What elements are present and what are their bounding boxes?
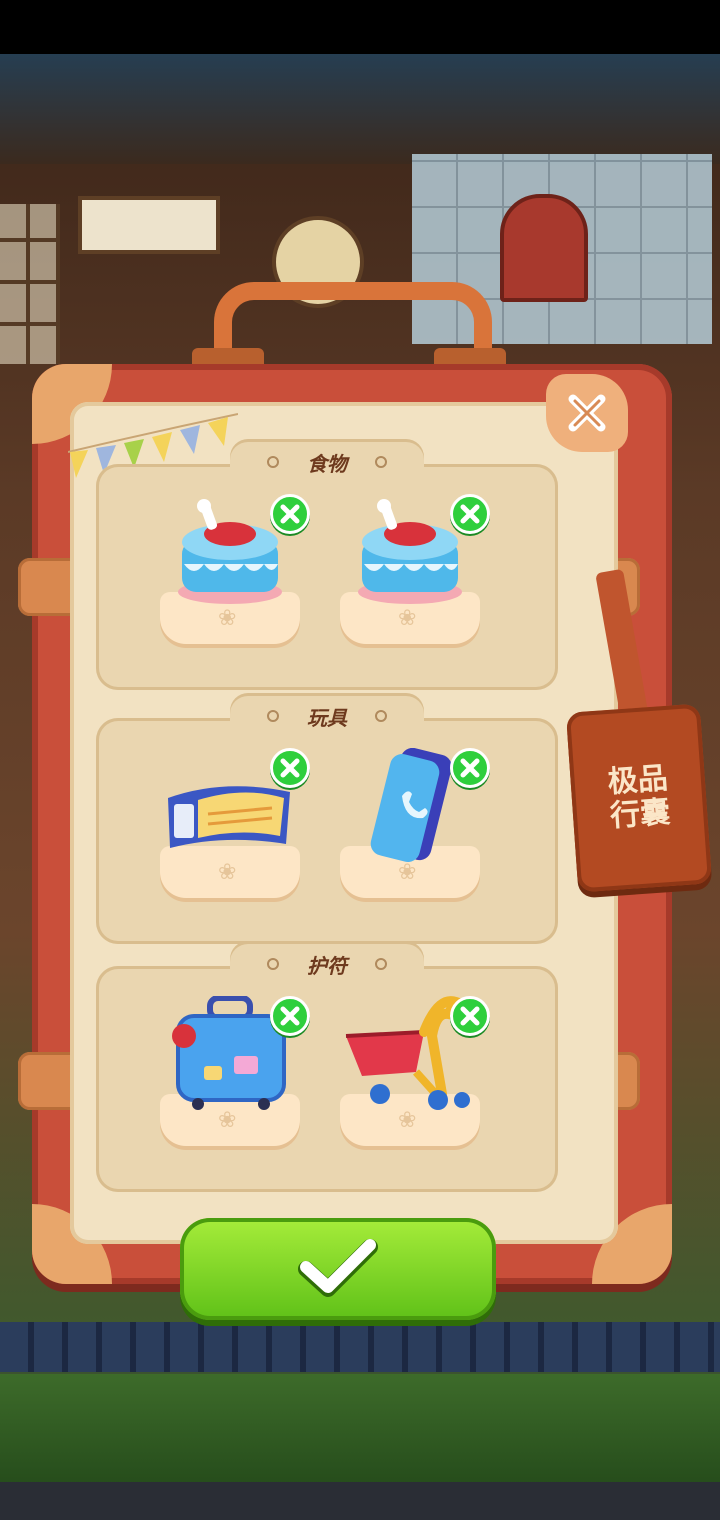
- item-slot[interactable]: ❀: [160, 748, 310, 898]
- item-slot[interactable]: ❀: [340, 494, 490, 644]
- remove-item-button[interactable]: [450, 748, 490, 788]
- item-slot[interactable]: ❀: [340, 996, 490, 1146]
- close-icon: [280, 504, 300, 524]
- section-title: 玩具: [307, 705, 347, 730]
- tag-label-line2: 行囊: [609, 794, 672, 835]
- calligraphy-scroll: [78, 196, 220, 254]
- item-slot[interactable]: ❀: [160, 996, 310, 1146]
- close-icon: [280, 758, 300, 778]
- tag-label-line1: 极品: [606, 760, 669, 801]
- premium-bag-tag: 极品 行囊: [565, 703, 713, 893]
- section-toys: 玩具 ❀ ❀: [96, 696, 558, 944]
- roof: [0, 54, 720, 164]
- remove-item-button[interactable]: [270, 996, 310, 1036]
- item-slot[interactable]: ❀: [340, 748, 490, 898]
- section-title: 护符: [307, 953, 347, 978]
- section-header: 护符: [230, 944, 424, 984]
- road: [0, 1482, 720, 1520]
- close-icon: [280, 1006, 300, 1026]
- close-icon: [460, 504, 480, 524]
- remove-item-button[interactable]: [270, 494, 310, 534]
- section-title: 食物: [307, 451, 347, 476]
- section-charms: 护符 ❀ ❀: [96, 944, 558, 1192]
- remove-item-button[interactable]: [450, 494, 490, 534]
- section-header: 玩具: [230, 696, 424, 736]
- bone-cross-icon: [568, 394, 606, 432]
- grass: [0, 1374, 720, 1494]
- fence: [0, 1322, 720, 1372]
- item-slot[interactable]: ❀: [160, 494, 310, 644]
- section-header: 食物: [230, 442, 424, 482]
- checkmark-icon: [298, 1239, 378, 1297]
- remove-item-button[interactable]: [450, 996, 490, 1036]
- arch-window: [500, 194, 588, 302]
- close-icon: [460, 758, 480, 778]
- shoji-screen: [0, 204, 60, 364]
- section-food: 食物 ❀ ❀: [96, 442, 558, 690]
- close-button[interactable]: [546, 374, 628, 452]
- status-bar: [0, 0, 720, 54]
- remove-item-button[interactable]: [270, 748, 310, 788]
- confirm-button[interactable]: [180, 1218, 496, 1320]
- close-icon: [460, 1006, 480, 1026]
